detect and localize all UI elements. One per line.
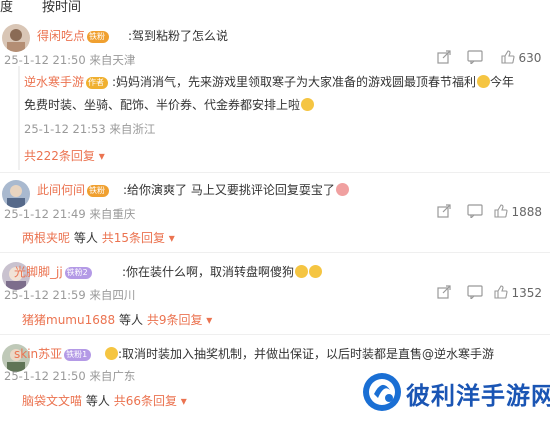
- comment-meta: 25-1-12 21:59 来自四川: [4, 288, 136, 302]
- comment-text: :给你演爽了 马上又要挑评论回复耍宝了: [123, 181, 349, 198]
- comment-text: :你在装什么啊，取消转盘啊傻狗: [122, 263, 323, 280]
- tab-by-time[interactable]: 按时间: [42, 0, 81, 14]
- like-button[interactable]: 1352: [494, 285, 542, 300]
- share-icon[interactable]: [437, 204, 451, 221]
- share-icon[interactable]: [437, 50, 451, 67]
- author-reply-block: 逆水寒手游 作者 :妈妈消消气，先来游戏里领取寒子为大家准备的游戏圆最顶春节福利今…: [18, 66, 548, 170]
- comment-icon[interactable]: [467, 204, 483, 221]
- emoji-icon: [309, 265, 323, 278]
- author-badge: 作者: [86, 77, 109, 89]
- comment-meta: 25-1-12 21:50 来自广东: [4, 369, 136, 383]
- site-watermark: 彼利洋手游网: [358, 368, 550, 419]
- fan-badge: 铁粉1: [64, 349, 92, 361]
- comment-icon[interactable]: [467, 285, 483, 302]
- fan-badge: 铁粉: [87, 31, 110, 43]
- like-count: 1352: [511, 286, 543, 300]
- chevron-down-icon: ▾: [202, 313, 213, 327]
- divider: [0, 334, 550, 335]
- avatar[interactable]: [2, 24, 30, 52]
- thumb-up-icon: [494, 285, 508, 299]
- share-icon[interactable]: [437, 285, 451, 302]
- chevron-down-icon: ▾: [94, 149, 105, 163]
- comment-text: :驾到粘粉了怎么说: [128, 29, 229, 43]
- comment-author[interactable]: skin苏亚 铁粉1: [14, 345, 92, 362]
- divider: [0, 252, 550, 253]
- reply-more-link[interactable]: 共222条回复 ▾: [24, 147, 105, 164]
- replies-summary[interactable]: 两根夹呢 等人 共15条回复 ▾: [22, 229, 175, 246]
- emoji-icon: [295, 265, 309, 278]
- emoji-icon: [301, 98, 315, 111]
- emoji-icon: [105, 347, 118, 360]
- thumb-up-icon: [494, 204, 508, 218]
- like-button[interactable]: 1888: [494, 204, 542, 219]
- watermark-text: 彼利洋手游网: [406, 382, 550, 410]
- reply-text-line2: 免费时装、坐骑、配饰、半价券、代金券都安排上啦: [24, 96, 315, 113]
- divider: [0, 172, 550, 173]
- fan-badge: 铁粉: [87, 185, 110, 197]
- comment-author[interactable]: 得闲吃点 铁粉: [37, 27, 110, 44]
- fan-badge: 铁粉2: [64, 267, 92, 279]
- comment-meta: 25-1-12 21:49 来自重庆: [4, 207, 136, 221]
- reply-text-line1: :妈妈消消气，先来游戏里领取寒子为大家准备的游戏圆最顶春节福利 今年: [112, 75, 515, 89]
- tab-hot[interactable]: 度: [0, 0, 13, 14]
- comment-text: :取消时装加入抽奖机制，并做出保证，以后时装都是直售@逆水寒手游: [104, 345, 494, 362]
- comment-author[interactable]: 此间何间 铁粉: [37, 181, 110, 198]
- like-button[interactable]: 630: [501, 50, 541, 65]
- emoji-icon: [477, 75, 491, 88]
- like-count: 1888: [511, 205, 543, 219]
- comment-icon[interactable]: [467, 50, 483, 67]
- comment-author[interactable]: 光脚脚_jj 铁粉2: [14, 263, 92, 280]
- replies-summary[interactable]: 脑袋文文喵 等人 共66条回复 ▾: [22, 392, 187, 409]
- thumb-up-icon: [501, 50, 515, 64]
- emoji-icon: [335, 183, 349, 196]
- avatar[interactable]: [2, 180, 30, 208]
- like-count: 630: [518, 51, 542, 65]
- chevron-down-icon: ▾: [164, 231, 175, 245]
- reply-meta: 25-1-12 21:53 来自浙江: [24, 122, 156, 136]
- reply-author[interactable]: 逆水寒手游 作者: [24, 73, 109, 90]
- top-tab-strip: 度 按时间: [0, 0, 550, 14]
- chevron-down-icon: ▾: [176, 394, 187, 408]
- replies-summary[interactable]: 猪猪mumu1688 等人 共9条回复 ▾: [22, 311, 212, 328]
